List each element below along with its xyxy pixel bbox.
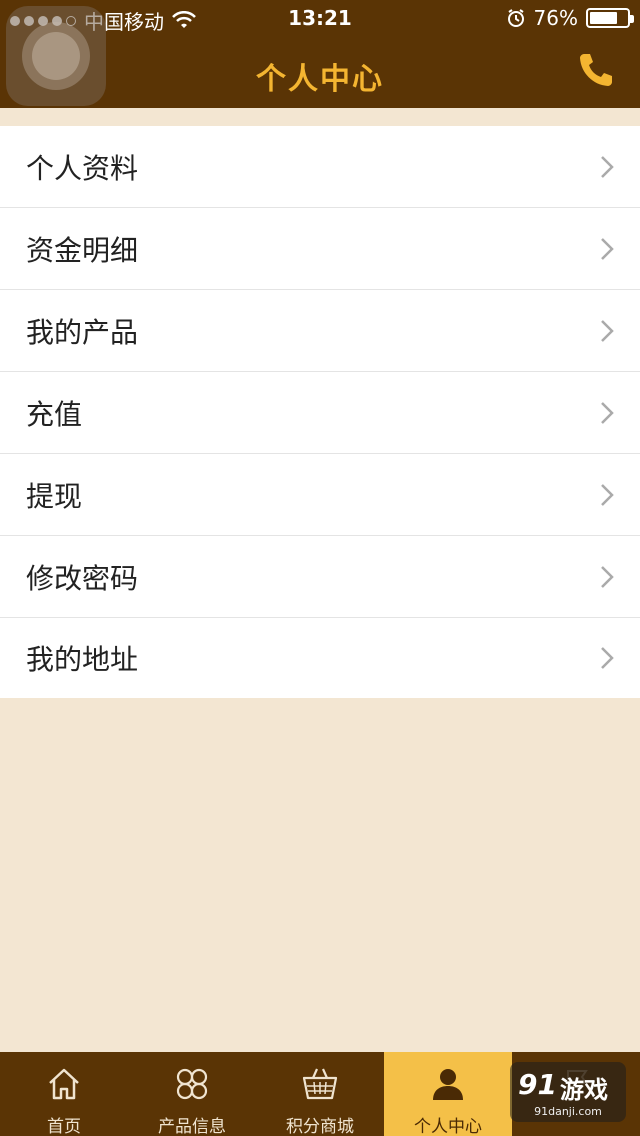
chevron-right-icon <box>601 401 614 424</box>
menu-item-label: 提现 <box>26 479 83 513</box>
app-screen: 中国移动 13:21 76% 个人中心 个人资料 资金明细 我的产品 充值 提现… <box>0 0 640 1136</box>
menu-item-withdraw[interactable]: 提现 <box>0 454 640 536</box>
tab-points-mall[interactable]: 积分商城 <box>256 1052 384 1136</box>
status-right: 76% <box>506 6 634 30</box>
chevron-right-icon <box>601 237 614 260</box>
chevron-right-icon <box>601 483 614 506</box>
site-watermark: 91 游戏 91danji.com <box>510 1062 626 1122</box>
watermark-name: 游戏 <box>560 1076 608 1104</box>
assistive-touch-button[interactable] <box>6 6 106 106</box>
menu-item-label: 个人资料 <box>26 151 139 185</box>
settings-menu-list: 个人资料 资金明细 我的产品 充值 提现 修改密码 我的地址 <box>0 126 640 698</box>
menu-item-recharge[interactable]: 充值 <box>0 372 640 454</box>
chevron-right-icon <box>601 565 614 588</box>
tab-label: 个人中心 <box>414 1117 482 1136</box>
watermark-logo: 91 <box>518 1068 557 1101</box>
menu-item-my-address[interactable]: 我的地址 <box>0 618 640 698</box>
tab-home[interactable]: 首页 <box>0 1052 128 1136</box>
chevron-right-icon <box>601 647 614 669</box>
user-icon <box>433 1069 463 1100</box>
tab-personal-center[interactable]: 个人中心 <box>384 1052 512 1136</box>
menu-item-profile[interactable]: 个人资料 <box>0 126 640 208</box>
menu-item-change-password[interactable]: 修改密码 <box>0 536 640 618</box>
phone-call-button[interactable] <box>576 50 616 90</box>
phone-icon <box>580 54 612 86</box>
menu-item-label: 我的地址 <box>26 643 139 676</box>
menu-item-my-products[interactable]: 我的产品 <box>0 290 640 372</box>
chevron-right-icon <box>601 319 614 342</box>
menu-item-label: 修改密码 <box>26 561 139 595</box>
battery-icon <box>586 8 634 28</box>
menu-item-label: 充值 <box>26 397 83 431</box>
battery-percentage: 76% <box>533 6 578 30</box>
home-icon <box>49 1068 79 1100</box>
menu-item-label: 资金明细 <box>26 233 139 267</box>
tab-label: 首页 <box>47 1117 81 1136</box>
basket-icon <box>302 1068 338 1100</box>
clover-icon <box>176 1068 208 1100</box>
tab-product-info[interactable]: 产品信息 <box>128 1052 256 1136</box>
chevron-right-icon <box>601 155 614 178</box>
watermark-site: 91danji.com <box>534 1105 602 1118</box>
tab-label: 积分商城 <box>286 1117 354 1136</box>
alarm-icon <box>507 9 524 27</box>
menu-item-fund-details[interactable]: 资金明细 <box>0 208 640 290</box>
menu-item-label: 我的产品 <box>26 315 139 349</box>
tab-label: 产品信息 <box>158 1117 226 1136</box>
